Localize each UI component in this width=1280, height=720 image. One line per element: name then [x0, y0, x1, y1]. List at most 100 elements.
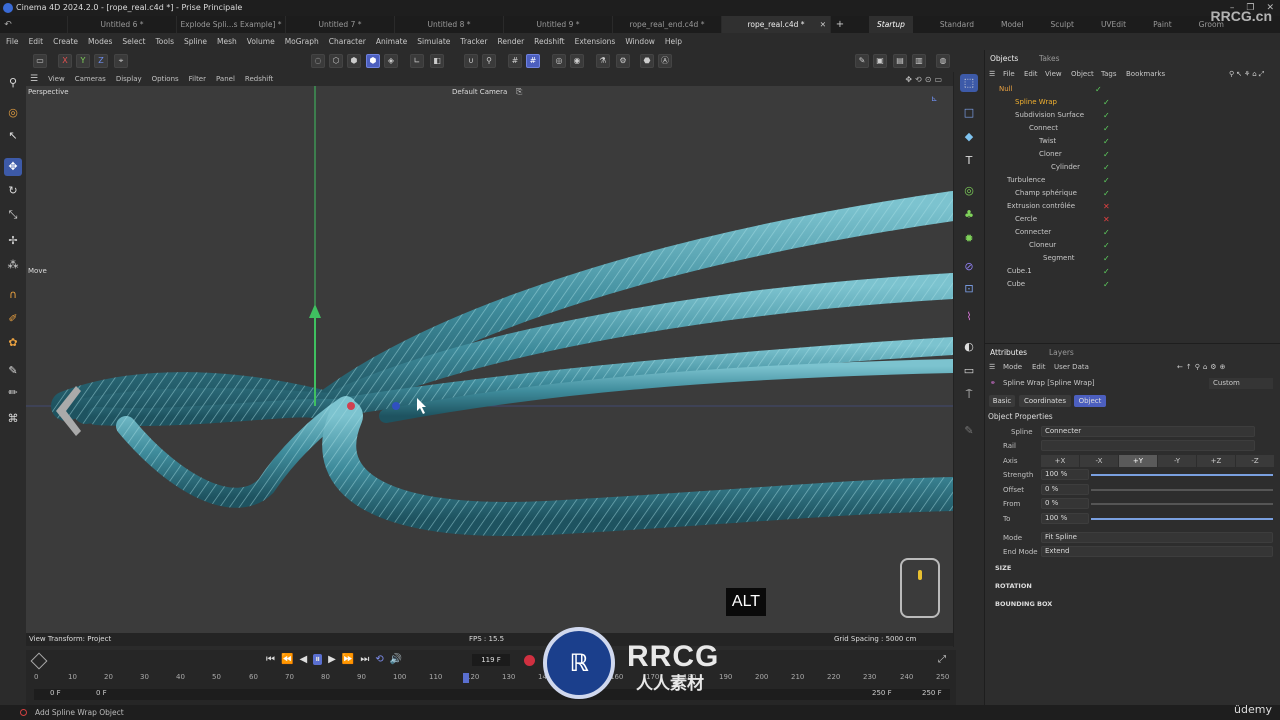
- preset-dropdown[interactable]: Custom: [1209, 378, 1273, 389]
- create-spline-icon[interactable]: ⌇: [960, 308, 978, 326]
- redshift-ipr-icon[interactable]: ⬣: [640, 54, 654, 68]
- go-to-end-icon[interactable]: ⏭: [360, 654, 369, 665]
- create-field-icon[interactable]: ⊡: [960, 280, 978, 298]
- workspace-tab-sculpt[interactable]: Sculpt: [1051, 16, 1074, 33]
- edges-mode-icon[interactable]: ⬢: [347, 54, 361, 68]
- object-row[interactable]: Champ sphérique ✓: [985, 187, 1280, 200]
- menu-file[interactable]: File: [6, 33, 19, 50]
- create-camera-icon[interactable]: ▭: [960, 362, 978, 380]
- range-end[interactable]: 250 F: [922, 689, 942, 697]
- object-row[interactable]: Cube.1 ✓: [985, 265, 1280, 278]
- redshift-render-icon[interactable]: ◍: [936, 54, 950, 68]
- sketch-tool-icon[interactable]: ✏: [4, 384, 22, 402]
- strength-field[interactable]: 100 %: [1041, 469, 1089, 480]
- menu-volume[interactable]: Volume: [247, 33, 275, 50]
- doc-tab[interactable]: Untitled 8 *: [395, 16, 504, 33]
- brush-tool-icon[interactable]: ✿: [4, 334, 22, 352]
- coordinate-system-icon[interactable]: ⌖: [114, 54, 128, 68]
- object-row[interactable]: Segment ✓: [985, 252, 1280, 265]
- objects-menu-icon[interactable]: ☰: [989, 68, 995, 81]
- menu-select[interactable]: Select: [122, 33, 145, 50]
- go-to-start-icon[interactable]: ⏮: [266, 654, 275, 665]
- range-min[interactable]: 0 F: [96, 689, 107, 697]
- workspace-tab-uvedit[interactable]: UVEdit: [1101, 16, 1126, 33]
- to-slider[interactable]: [1091, 518, 1273, 520]
- menu-window[interactable]: Window: [625, 33, 655, 50]
- mode-dropdown[interactable]: Fit Spline: [1041, 532, 1273, 543]
- section-bounding-box[interactable]: BOUNDING BOX: [995, 600, 1052, 608]
- render-region-icon[interactable]: ◎: [552, 54, 566, 68]
- settings-gear-icon[interactable]: ⚙: [616, 54, 630, 68]
- object-row[interactable]: Cloneur ✓: [985, 239, 1280, 252]
- doc-tab[interactable]: Untitled 6 *: [68, 16, 177, 33]
- object-row[interactable]: Cercle ✕: [985, 213, 1280, 226]
- subtab-object[interactable]: Object: [1074, 395, 1106, 407]
- model-mode-icon[interactable]: ◌: [311, 54, 325, 68]
- create-primitive-icon[interactable]: ◆: [960, 128, 978, 146]
- select-tool-icon[interactable]: ◎: [4, 104, 22, 122]
- prev-key-icon[interactable]: ⏪: [281, 654, 293, 665]
- axis-lock-z-button[interactable]: Z: [94, 54, 108, 68]
- vp-menu-cameras[interactable]: Cameras: [75, 75, 106, 83]
- object-row[interactable]: Cube ✓: [985, 278, 1280, 291]
- doc-tab[interactable]: Untitled 7 *: [286, 16, 395, 33]
- vp-menu-panel[interactable]: Panel: [216, 75, 235, 83]
- add-tab-button[interactable]: +: [831, 19, 849, 30]
- scale-tool-icon[interactable]: ⤡: [4, 206, 22, 224]
- attr-nav-icons[interactable]: ←↑⚲⌂⚙⊕: [1177, 361, 1228, 373]
- vp-menu-options[interactable]: Options: [152, 75, 179, 83]
- menu-mesh[interactable]: Mesh: [217, 33, 237, 50]
- workspace-tab-standard[interactable]: Standard: [940, 16, 974, 33]
- timeline-settings-icon[interactable]: ⤢: [938, 654, 946, 665]
- axis-lock-x-button[interactable]: X: [58, 54, 72, 68]
- from-slider[interactable]: [1091, 503, 1273, 505]
- viewport-menu-icon[interactable]: ☰: [30, 74, 38, 84]
- close-tab-icon[interactable]: ✕: [820, 16, 826, 33]
- render-queue-icon[interactable]: ▤: [893, 54, 907, 68]
- axis-mode-icon[interactable]: ∟: [410, 54, 424, 68]
- doc-tab[interactable]: Explode Spli...s Example] *: [177, 16, 286, 33]
- tab-layers[interactable]: Layers: [1049, 348, 1074, 357]
- axis-minus-z-button[interactable]: -Z: [1236, 455, 1274, 467]
- attr-menu-mode[interactable]: Mode: [1003, 361, 1022, 373]
- 3d-viewport[interactable]: Perspective Default Camera ⎘ Move ALT ⊾: [26, 86, 953, 646]
- sound-icon[interactable]: 🔊: [390, 654, 402, 665]
- menu-character[interactable]: Character: [329, 33, 366, 50]
- render-active-icon[interactable]: ▣: [873, 54, 887, 68]
- vp-menu-display[interactable]: Display: [116, 75, 142, 83]
- create-deformer-icon[interactable]: ⊘: [960, 258, 978, 276]
- menu-help[interactable]: Help: [665, 33, 682, 50]
- object-row[interactable]: Null ✓: [985, 83, 1280, 96]
- timeline-playhead[interactable]: [463, 673, 470, 683]
- menu-create[interactable]: Create: [53, 33, 78, 50]
- create-light-icon[interactable]: ⍑: [960, 386, 978, 404]
- object-row[interactable]: Extrusion contrôlée ✕: [985, 200, 1280, 213]
- obj-menu-object[interactable]: Object: [1071, 68, 1094, 81]
- undo-icon[interactable]: ↶: [0, 20, 16, 30]
- rotate-tool-icon[interactable]: ↻: [4, 182, 22, 200]
- workspace-tab-paint[interactable]: Paint: [1153, 16, 1172, 33]
- menu-tools[interactable]: Tools: [156, 33, 174, 50]
- camera-name[interactable]: Default Camera: [452, 88, 507, 96]
- range-max[interactable]: 250 F: [872, 689, 892, 697]
- object-row[interactable]: Cylinder ✓: [985, 161, 1280, 174]
- object-row-selected[interactable]: Spline Wrap ✓: [985, 96, 1280, 109]
- viewport-nav-icons[interactable]: ✥⟲⊙▭: [905, 75, 945, 84]
- obj-menu-file[interactable]: File: [1003, 68, 1015, 81]
- axis-plus-y-button[interactable]: +Y: [1119, 455, 1157, 467]
- next-key-icon[interactable]: ⏩: [342, 654, 354, 665]
- camera-link-icon[interactable]: ⎘: [516, 87, 522, 97]
- workspace-tab-model[interactable]: Model: [1001, 16, 1024, 33]
- axis-lock-y-button[interactable]: Y: [76, 54, 90, 68]
- menu-modes[interactable]: Modes: [88, 33, 112, 50]
- object-row[interactable]: Turbulence ✓: [985, 174, 1280, 187]
- create-generator-icon[interactable]: ◎: [960, 182, 978, 200]
- from-field[interactable]: 0 %: [1041, 498, 1089, 509]
- obj-menu-view[interactable]: View: [1045, 68, 1062, 81]
- create-scene-icon[interactable]: ◐: [960, 338, 978, 356]
- paint-tool-icon[interactable]: ⌘: [4, 410, 22, 428]
- snap-settings-icon[interactable]: ⚲: [482, 54, 496, 68]
- points-mode-icon[interactable]: ⬡: [329, 54, 343, 68]
- object-row[interactable]: Twist ✓: [985, 135, 1280, 148]
- next-frame-icon[interactable]: ▶: [328, 654, 336, 665]
